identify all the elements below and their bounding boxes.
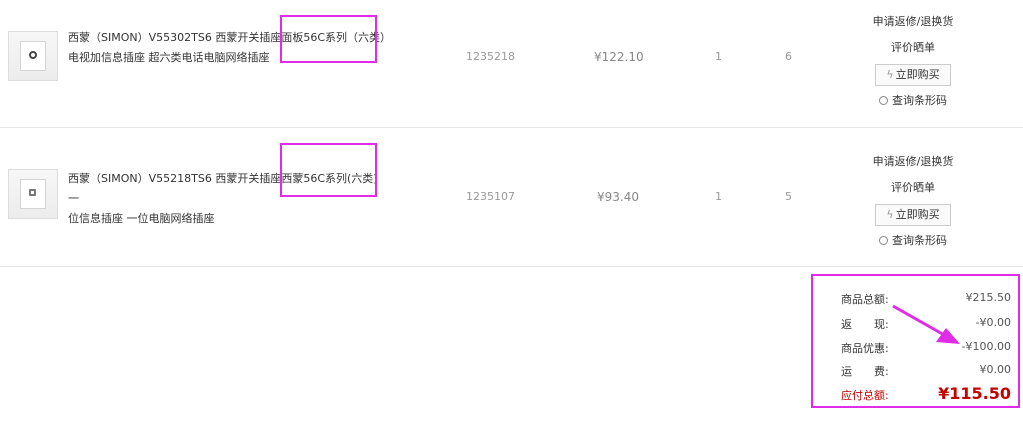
buy-now-label: 立即购买	[895, 208, 940, 221]
socket-plate-image	[20, 179, 46, 209]
goods-total-label: 商品总额:	[841, 293, 889, 306]
order-summary-panel: 商品总额: ¥215.50 返 现: -¥0.00 商品优惠: -¥100.00…	[811, 274, 1020, 408]
payable-total-label: 应付总额:	[841, 389, 889, 402]
cashback-row: 返 现: -¥0.00	[841, 316, 1011, 336]
socket-jack-image	[29, 51, 37, 59]
sku-number: 1235218	[466, 50, 515, 63]
extra-count: 5	[785, 190, 792, 203]
discount-value: -¥100.00	[961, 340, 1011, 353]
socket-plate-image	[20, 41, 46, 71]
search-icon	[879, 236, 888, 245]
shipping-value: ¥0.00	[979, 363, 1012, 376]
highlight-box	[280, 15, 377, 63]
product-thumbnail[interactable]	[8, 169, 58, 219]
return-repair-link[interactable]: 申请返修/退换货	[862, 152, 964, 172]
payable-total-value: ¥115.50	[938, 384, 1011, 403]
quantity: 1	[715, 50, 722, 63]
buy-now-label: 立即购买	[895, 68, 940, 81]
unit-price: ¥93.40	[597, 190, 639, 204]
buy-now-button[interactable]: ϟ 立即购买	[875, 204, 951, 226]
order-item-row: 西蒙（SIMON）V55218TS6 西蒙开关插座西蒙56C系列(六类) 一 位…	[0, 127, 1023, 267]
review-link[interactable]: 评价晒单	[862, 38, 964, 58]
barcode-query-link[interactable]: 查询条形码	[862, 92, 964, 108]
cashback-label: 返 现:	[841, 318, 889, 331]
item-operations: 申请返修/退换货 评价晒单 ϟ 立即购买 查询条形码	[862, 152, 964, 248]
unit-price: ¥122.10	[594, 50, 644, 64]
highlight-box	[280, 143, 377, 197]
barcode-query-label: 查询条形码	[892, 94, 947, 107]
cashback-value: -¥0.00	[975, 316, 1011, 329]
socket-jack-image	[29, 189, 36, 196]
quantity: 1	[715, 190, 722, 203]
extra-count: 6	[785, 50, 792, 63]
product-name-line: 位信息插座 一位电脑网络插座	[68, 212, 215, 225]
shipping-row: 运 费: ¥0.00	[841, 363, 1011, 383]
review-link[interactable]: 评价晒单	[862, 178, 964, 198]
divider	[0, 266, 1023, 267]
discount-row: 商品优惠: -¥100.00	[841, 340, 1011, 360]
item-operations: 申请返修/退换货 评价晒单 ϟ 立即购买 查询条形码	[862, 12, 964, 108]
payable-total-row: 应付总额: ¥115.50	[841, 384, 1011, 407]
barcode-query-label: 查询条形码	[892, 234, 947, 247]
search-icon	[879, 96, 888, 105]
goods-total-value: ¥215.50	[965, 291, 1012, 304]
order-item-row: 西蒙（SIMON）V55302TS6 西蒙开关插座面板56C系列（六类） 电视加…	[0, 0, 1023, 127]
goods-total-row: 商品总额: ¥215.50	[841, 291, 1011, 311]
sku-number: 1235107	[466, 190, 515, 203]
lightning-icon: ϟ	[886, 68, 894, 81]
return-repair-link[interactable]: 申请返修/退换货	[862, 12, 964, 32]
shipping-label: 运 费:	[841, 365, 889, 378]
lightning-icon: ϟ	[886, 208, 894, 221]
barcode-query-link[interactable]: 查询条形码	[862, 232, 964, 248]
product-thumbnail[interactable]	[8, 31, 58, 81]
discount-label: 商品优惠:	[841, 342, 889, 355]
buy-now-button[interactable]: ϟ 立即购买	[875, 64, 951, 86]
